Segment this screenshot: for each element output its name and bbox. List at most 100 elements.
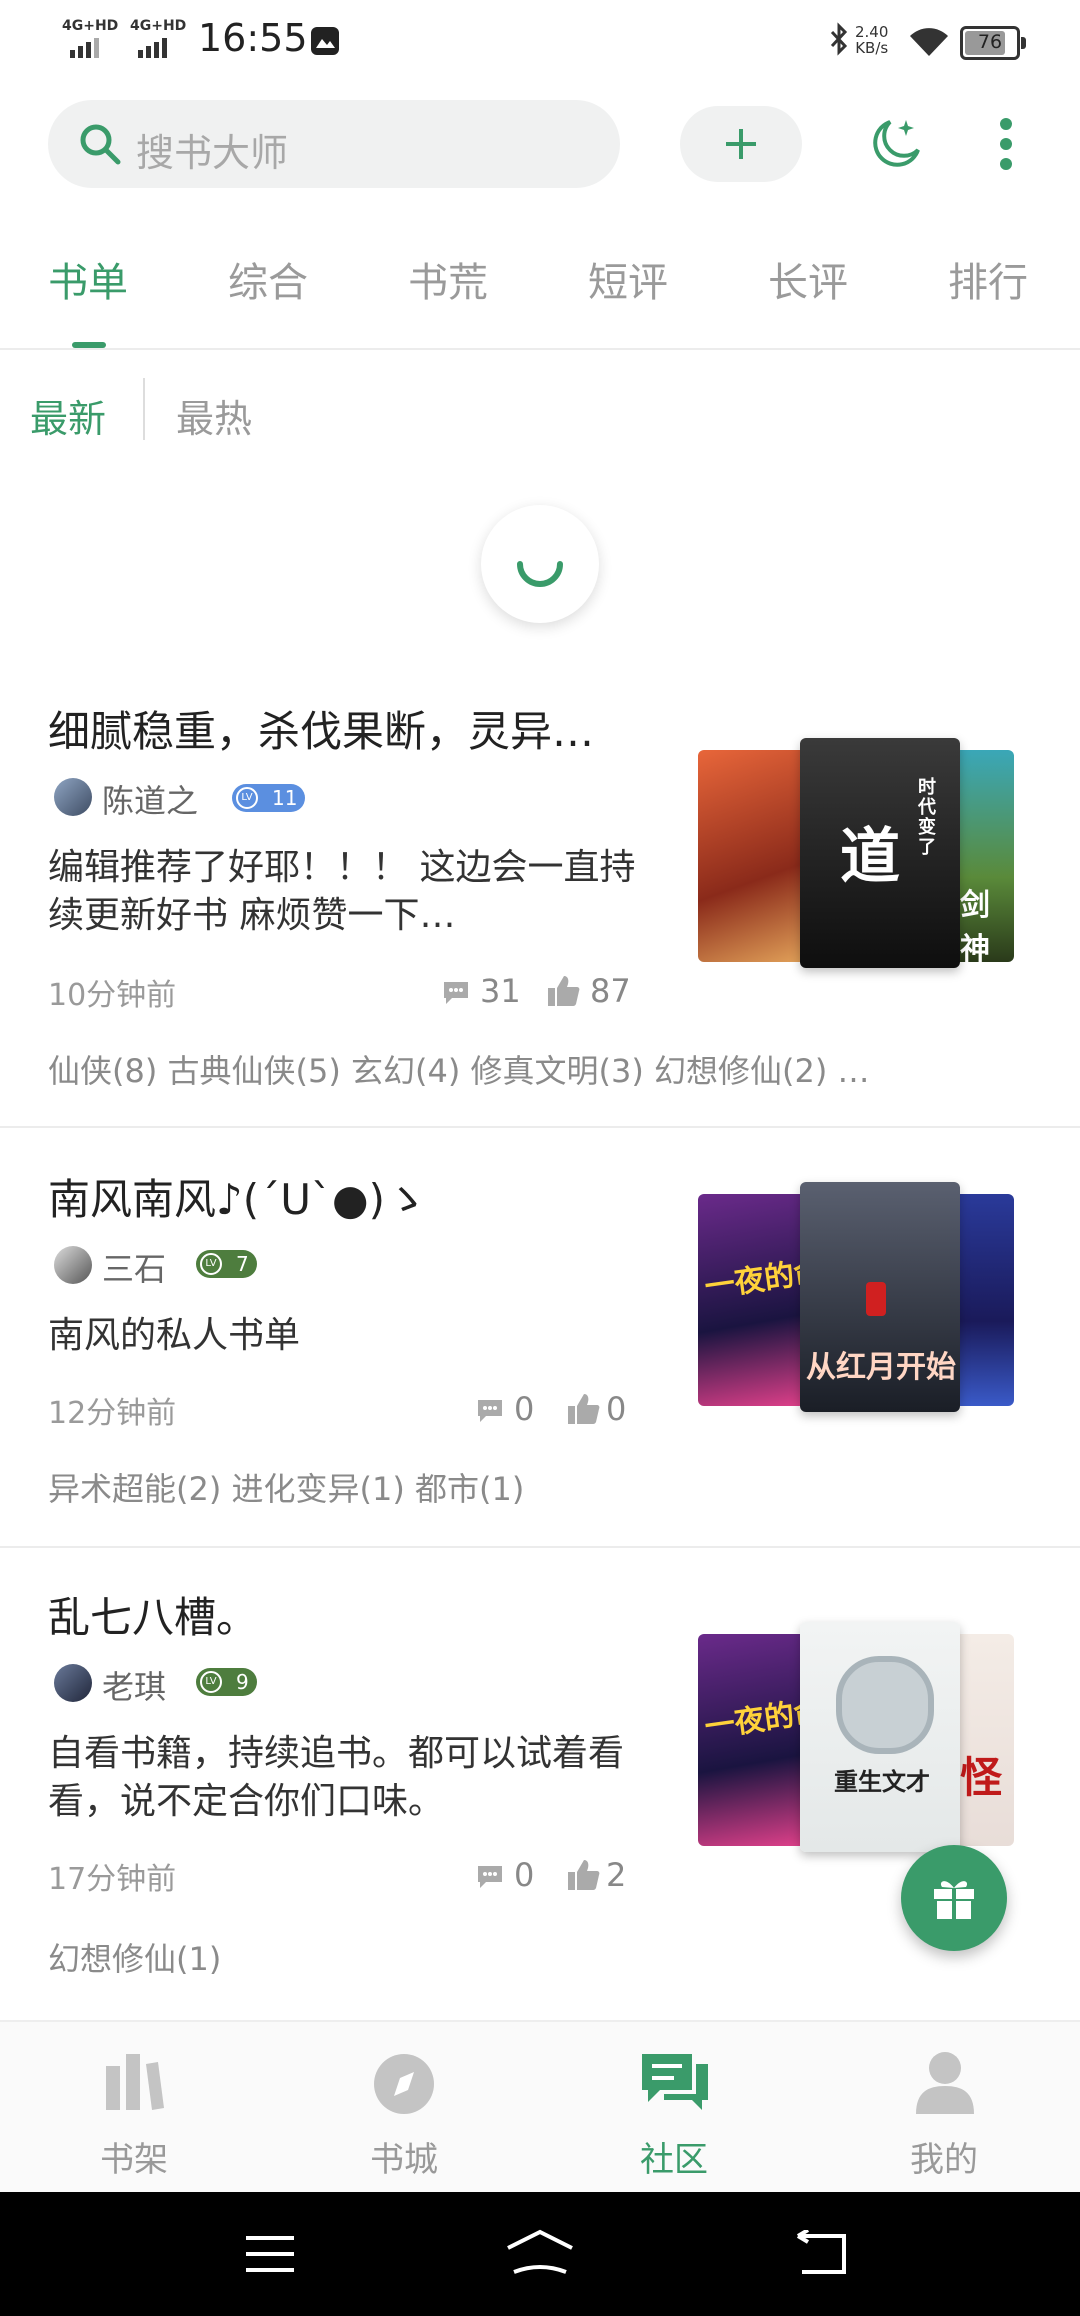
booklist-description: 自看书籍，持续追书。都可以试着看看，说不定合你们口味。: [48, 1733, 625, 1822]
level-badge: LV 7: [196, 1250, 257, 1278]
level-number: 7: [236, 1252, 249, 1276]
user-icon: [916, 2052, 974, 2114]
like-icon[interactable]: [566, 1392, 600, 1426]
chat-bubbles-icon: [642, 2054, 708, 2110]
booklist-description: 南风的私人书单: [48, 1315, 301, 1356]
add-button[interactable]: [680, 106, 802, 182]
nav-bookstore[interactable]: 书城: [334, 2022, 474, 2194]
bookshelf-icon: [106, 2054, 164, 2110]
tab-ranking[interactable]: 排行: [948, 250, 1028, 308]
username[interactable]: 三石: [102, 1244, 166, 1290]
cover-title: 重生文才: [834, 1768, 930, 1796]
gift-icon: [934, 1881, 974, 1919]
nav-label-bookstore: 书城: [370, 2140, 438, 2180]
nav-label-bookshelf: 书架: [100, 2140, 168, 2180]
signal-icon-2: [138, 38, 167, 58]
wifi-icon: [910, 28, 948, 56]
like-count: 0: [606, 1390, 627, 1428]
system-navigation-bar: [0, 2192, 1080, 2316]
clock: 16:55: [198, 16, 308, 60]
notification-icon: [311, 27, 339, 55]
book-cover: 一夜的命: [698, 1194, 810, 1406]
more-menu-icon[interactable]: [998, 116, 1014, 172]
comment-icon: [478, 1866, 502, 1888]
booklist-card[interactable]: 细腻稳重，杀伐果断，灵异… 陈道之 LV 11 编辑推荐了好耶！！！ 这边会一直持…: [0, 680, 1080, 1126]
subtab-separator: [143, 378, 145, 440]
post-time: 12分钟前: [48, 1396, 177, 1431]
net-speed-unit: KB/s: [855, 39, 889, 57]
comment-count: 0: [514, 1856, 535, 1894]
like-count: 87: [590, 972, 631, 1010]
battery-level: 76: [977, 31, 1003, 53]
bottom-navigation: 书架 书城 社区 我的: [0, 2020, 1080, 2194]
username[interactable]: 陈道之: [102, 776, 198, 822]
status-bar: 4G+HD 4G+HD 16:55 2.40 KB/s 76: [0, 0, 1080, 80]
back-icon[interactable]: [794, 2230, 850, 2276]
net-speed: 2.40 KB/s: [855, 24, 888, 56]
battery-icon: 76: [960, 26, 1026, 60]
search-placeholder: 搜书大师: [136, 131, 289, 175]
comment-icon: [444, 982, 468, 1004]
tag-list: 异术超能(2) 进化变异(1) 都市(1): [48, 1470, 525, 1508]
booklist-title: 乱七八槽。: [48, 1593, 259, 1642]
tabs-divider: [0, 348, 1080, 350]
gift-button[interactable]: [901, 1845, 1007, 1951]
net-speed-value: 2.40: [855, 23, 889, 41]
nav-community[interactable]: 社区: [604, 2022, 744, 2194]
nav-label-profile: 我的: [910, 2140, 978, 2180]
cover-subtitle: 时代变了: [918, 777, 936, 858]
cover-title: 从红月开始: [806, 1350, 956, 1385]
compass-icon: [374, 2054, 434, 2114]
nav-bookshelf[interactable]: 书架: [64, 2022, 204, 2194]
network-indicator-2: 4G+HD: [130, 18, 187, 34]
plus-icon: [726, 129, 756, 159]
level-badge: LV 9: [196, 1668, 257, 1696]
like-icon[interactable]: [546, 974, 580, 1008]
booklist-description: 编辑推荐了好耶！！！ 这边会一直持续更新好书 麻烦赞一下…: [48, 847, 636, 936]
spinner-icon: [517, 561, 563, 587]
network-indicator-1: 4G+HD: [62, 18, 119, 34]
comment-icon: [478, 1400, 502, 1422]
nav-label-community: 社区: [640, 2140, 708, 2180]
search-icon: [80, 124, 121, 165]
tab-long-review[interactable]: 长评: [768, 250, 848, 308]
tag-list: 仙侠(8) 古典仙侠(5) 玄幻(4) 修真文明(3) 幻想修仙(2) …: [48, 1052, 870, 1090]
search-input[interactable]: 搜书大师: [48, 100, 620, 188]
nav-profile[interactable]: 我的: [874, 2022, 1014, 2194]
tab-short-review[interactable]: 短评: [588, 250, 668, 308]
avatar: [54, 778, 92, 816]
booklist-title: 细腻稳重，杀伐果断，灵异…: [48, 707, 595, 756]
book-cover: 道 时代变了: [800, 738, 960, 968]
level-number: 9: [236, 1670, 249, 1694]
night-mode-icon[interactable]: [866, 114, 926, 174]
menu-icon[interactable]: [244, 2234, 296, 2274]
post-time: 10分钟前: [48, 978, 177, 1013]
username[interactable]: 老琪: [102, 1662, 166, 1708]
booklist-card[interactable]: 南风南风♪(´U`●)ゝ 三石 LV 7 南风的私人书单 12分钟前 0 0 异术…: [0, 1128, 1080, 1546]
tag-list: 幻想修仙(1): [48, 1940, 222, 1978]
post-time: 17分钟前: [48, 1862, 177, 1897]
subtab-latest[interactable]: 最新: [30, 388, 106, 443]
cover-title: 一夜的命: [702, 1693, 810, 1746]
like-count: 2: [606, 1856, 627, 1894]
tab-book-shortage[interactable]: 书荒: [408, 250, 488, 308]
booklist-title: 南风南风♪(´U`●)ゝ: [48, 1175, 427, 1224]
booklist-card[interactable]: 乱七八槽。 老琪 LV 9 自看书籍，持续追书。都可以试着看看，说不定合你们口味。…: [0, 1548, 1080, 2018]
home-icon[interactable]: [504, 2228, 576, 2276]
cover-title: 一夜的命: [702, 1253, 810, 1306]
like-icon[interactable]: [566, 1858, 600, 1892]
book-cover: [698, 750, 810, 962]
comment-count: 31: [480, 972, 521, 1010]
cover-title: 剑神: [960, 888, 990, 962]
tab-general[interactable]: 综合: [228, 250, 308, 308]
subtab-hottest[interactable]: 最热: [176, 388, 252, 443]
signal-icon-1: [70, 38, 99, 58]
comment-count: 0: [514, 1390, 535, 1428]
level-number: 11: [272, 786, 298, 810]
tab-booklist[interactable]: 书单: [48, 250, 128, 308]
book-cover: 一夜的命: [698, 1634, 810, 1846]
avatar: [54, 1246, 92, 1284]
cover-title: 道: [840, 822, 900, 892]
bluetooth-icon: [830, 22, 848, 56]
level-badge: LV 11: [232, 784, 306, 812]
